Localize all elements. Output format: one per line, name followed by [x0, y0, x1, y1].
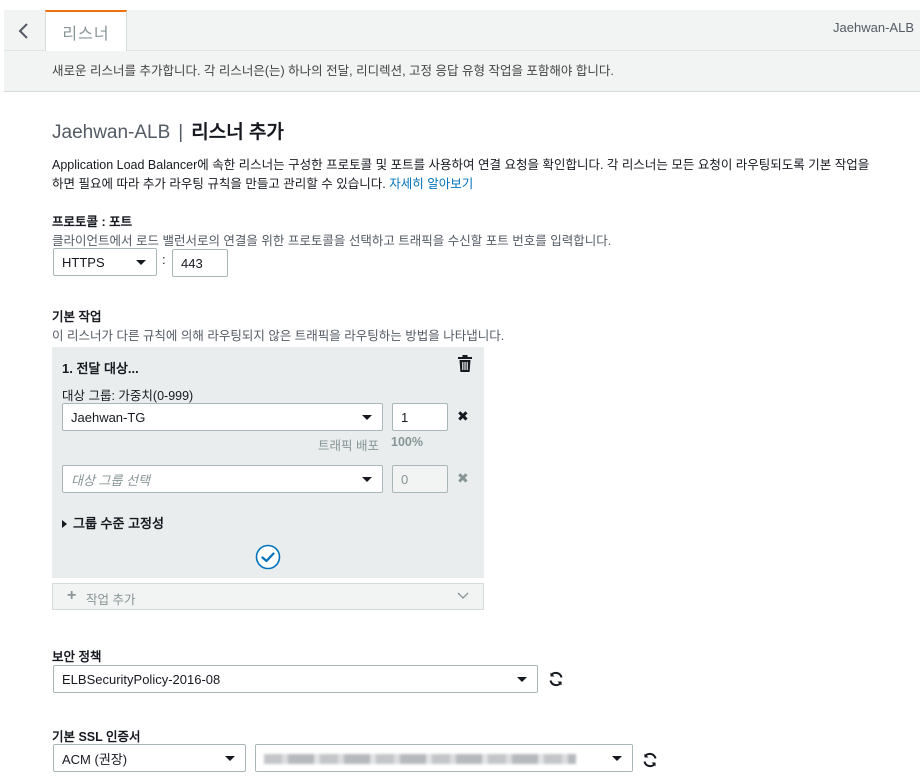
protocol-port-title: 프로토콜 : 포트 [52, 215, 133, 229]
security-policy-value: ELBSecurityPolicy-2016-08 [62, 671, 221, 687]
security-policy-select[interactable]: ELBSecurityPolicy-2016-08 [53, 665, 538, 693]
remove-target-group-icon[interactable]: ✖ [457, 470, 469, 487]
back-button[interactable] [4, 10, 44, 51]
load-balancer-name: Jaehwan-ALB [52, 122, 171, 143]
page-description: Application Load Balancer에 속한 리스너는 구성한 프… [52, 156, 920, 194]
learn-more-link[interactable]: 자세히 알아보기 [389, 177, 473, 191]
ssl-cert-title: 기본 SSL 인증서 [52, 730, 141, 744]
title-separator: | [178, 122, 184, 143]
stickiness-toggle[interactable]: 그룹 수준 고정성 [62, 513, 164, 532]
refresh-icon[interactable] [642, 752, 658, 768]
weight-input-1[interactable]: 1 [392, 403, 448, 431]
protocol-port-subtitle: 클라이언트에서 로드 밸런서로의 연결을 위한 프로토콜을 선택하고 트래픽을 … [52, 234, 612, 248]
trash-icon[interactable] [457, 355, 473, 373]
default-action-title: 기본 작업 [52, 310, 102, 324]
chevron-down-icon [457, 592, 469, 599]
protocol-port-colon: : [162, 252, 166, 267]
target-group-select-1[interactable]: Jaehwan-TG [62, 403, 383, 431]
description-line-1: Application Load Balancer에 속한 리스너는 구성한 프… [52, 158, 870, 172]
caret-down-icon [362, 415, 372, 420]
stickiness-label: 그룹 수준 고정성 [73, 516, 164, 531]
traffic-distribution-label: 트래픽 배포 [318, 439, 379, 453]
refresh-icon[interactable] [548, 671, 564, 687]
page-title: Jaehwan-ALB | 리스너 추가 [52, 117, 284, 144]
page-title-text: 리스너 추가 [191, 122, 284, 143]
caret-right-icon [62, 519, 67, 528]
plus-icon: + [67, 587, 77, 604]
add-action-label: 작업 추가 [86, 593, 136, 607]
target-group-placeholder: 대상 그룹 선택 [71, 472, 150, 488]
top-bar: 리스너 Jaehwan-ALB [4, 10, 920, 51]
info-text: 새로운 리스너를 추가합니다. 각 리스너은(는) 하나의 전달, 리디렉션, … [52, 64, 614, 78]
target-group-select-2[interactable]: 대상 그룹 선택 [62, 465, 383, 493]
confirm-check-icon[interactable] [255, 544, 281, 570]
weight-input-2[interactable]: 0 [392, 465, 448, 493]
tab-listener[interactable]: 리스너 [45, 10, 127, 51]
default-action-subtitle: 이 리스너가 다른 규칙에 의해 라우팅되지 않은 트래픽을 라우팅하는 방법을… [52, 329, 505, 343]
protocol-select[interactable]: HTTPS [53, 248, 157, 276]
description-line-2: 하면 필요에 따라 추가 라우팅 규칙을 만들고 관리할 수 있습니다. [52, 177, 386, 191]
chevron-left-icon [18, 22, 28, 39]
security-policy-title: 보안 정책 [52, 650, 102, 664]
target-group-label: 대상 그룹: 가중치(0-999) [62, 389, 194, 403]
target-group-value: Jaehwan-TG [71, 409, 146, 425]
remove-target-group-icon[interactable]: ✖ [457, 408, 469, 425]
caret-down-icon [362, 477, 372, 482]
user-label: Jaehwan-ALB [833, 20, 914, 35]
traffic-distribution-value: 100% [391, 435, 423, 449]
forward-action-panel: 1. 전달 대상... 대상 그룹: 가중치(0-999) Jaehwan-TG… [52, 347, 484, 578]
port-input[interactable]: 443 [172, 249, 228, 277]
caret-down-icon [517, 677, 527, 682]
add-action-button[interactable]: + 작업 추가 [52, 583, 484, 610]
action-panel-title: 1. 전달 대상... [62, 361, 139, 376]
ssl-cert-source-value: ACM (권장) [62, 751, 128, 767]
caret-down-icon [612, 756, 622, 761]
ssl-cert-source-select[interactable]: ACM (권장) [53, 744, 246, 772]
redacted-certificate-name [264, 754, 576, 764]
info-bar: 새로운 리스너를 추가합니다. 각 리스너은(는) 하나의 전달, 리디렉션, … [4, 51, 920, 92]
caret-down-icon [136, 260, 146, 265]
protocol-value: HTTPS [62, 254, 105, 270]
caret-down-icon [225, 756, 235, 761]
